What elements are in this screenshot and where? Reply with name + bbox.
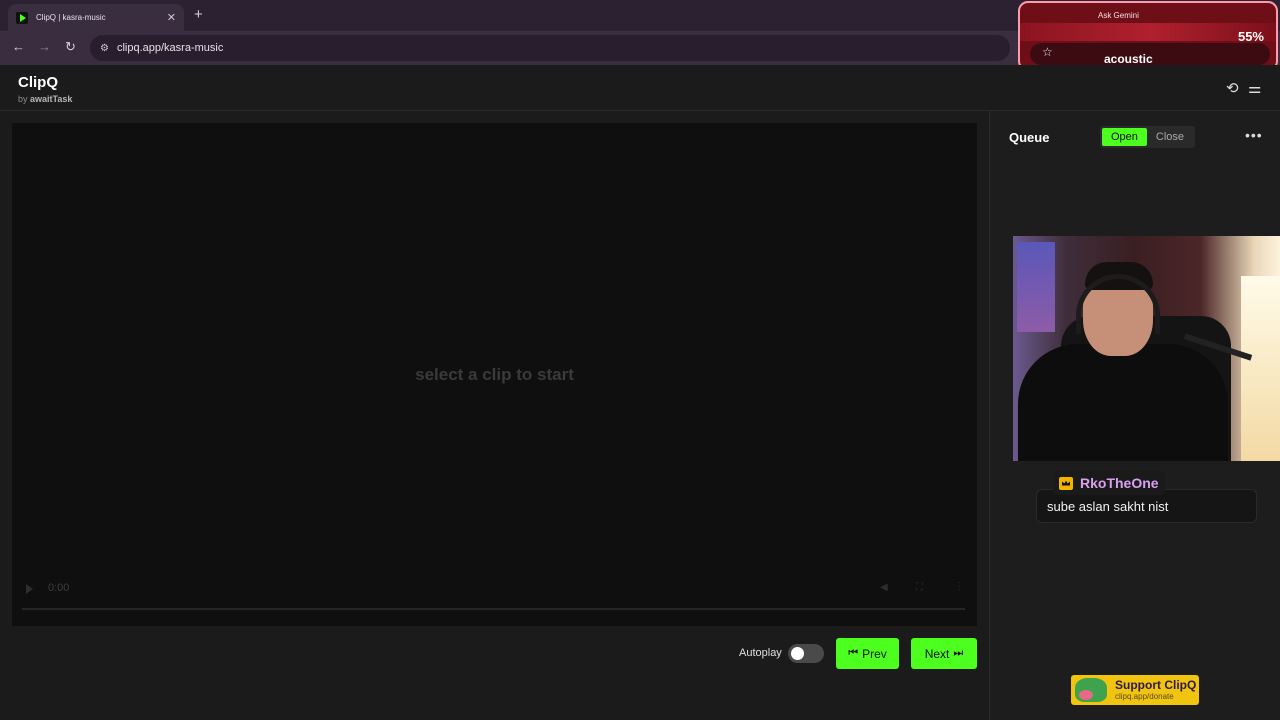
queue-close-button[interactable]: Close bbox=[1147, 128, 1193, 146]
byline-prefix: by bbox=[18, 94, 28, 104]
chat-message: sube aslan sakht nist bbox=[1047, 498, 1169, 514]
next-button[interactable]: Next ⏭ bbox=[911, 638, 977, 669]
queue-open-close-toggle: Open Close bbox=[1100, 126, 1196, 148]
queue-sidebar: Queue Open Close ••• bbox=[989, 111, 1280, 720]
volume-icon[interactable]: ◀ bbox=[880, 582, 888, 593]
support-url: clipq.app/donate bbox=[1115, 691, 1174, 701]
chat-username-box: RkoTheOne bbox=[1053, 471, 1165, 495]
support-title: Support ClipQ bbox=[1115, 677, 1197, 692]
tab-title: ClipQ | kasra-music bbox=[36, 13, 106, 22]
brand-byline: by awaitTask bbox=[18, 94, 72, 104]
skip-forward-icon: ⏭ bbox=[953, 647, 964, 659]
reload-icon[interactable]: ↻ bbox=[65, 39, 76, 55]
url-text: clipq.app/kasra-music bbox=[116, 42, 224, 54]
webcam-poster bbox=[1017, 242, 1055, 332]
player-more-icon[interactable]: ⋮ bbox=[954, 581, 964, 592]
queue-title: Queue bbox=[1009, 130, 1050, 145]
seek-bar[interactable] bbox=[22, 608, 965, 610]
autoplay-label: Autoplay bbox=[739, 647, 782, 659]
player-time: 0:00 bbox=[48, 582, 70, 594]
prev-button[interactable]: ⏮ Prev bbox=[836, 638, 899, 669]
prev-label: Prev bbox=[862, 646, 887, 661]
stream-overlay-widget: Ask Gemini 55% ☆ acoustic bbox=[1018, 1, 1278, 71]
overlay-label: acoustic bbox=[1104, 52, 1153, 66]
webcam-person-body bbox=[1018, 344, 1228, 461]
star-icon: ☆ bbox=[1042, 45, 1053, 59]
empty-player-message: select a clip to start bbox=[415, 365, 574, 384]
support-clipq-button[interactable]: Support ClipQ clipq.app/donate bbox=[1071, 675, 1199, 705]
settings-sliders-icon[interactable]: ⚌ bbox=[1248, 79, 1261, 97]
next-label: Next bbox=[924, 646, 950, 661]
play-icon[interactable] bbox=[26, 584, 33, 594]
site-info-icon[interactable]: ⚙ bbox=[100, 43, 109, 54]
support-text: Support ClipQ clipq.app/donate bbox=[1115, 677, 1197, 702]
tab-close-icon[interactable]: ✕ bbox=[167, 11, 176, 24]
byline-author: awaitTask bbox=[30, 94, 73, 104]
address-bar[interactable]: ⚙ clipq.app/kasra-music bbox=[90, 35, 1010, 61]
overlay-percent: 55% bbox=[1237, 29, 1264, 44]
fullscreen-icon[interactable]: ⛶ bbox=[916, 582, 923, 593]
back-icon[interactable]: ← bbox=[12, 39, 25, 54]
forward-icon[interactable]: → bbox=[38, 39, 51, 54]
webcam-lamp bbox=[1241, 276, 1280, 461]
queue-open-button[interactable]: Open bbox=[1102, 128, 1147, 146]
skip-back-icon: ⏮ bbox=[848, 647, 859, 659]
autoplay-toggle[interactable] bbox=[788, 644, 824, 663]
chat-username: RkoTheOne bbox=[1080, 475, 1159, 491]
webcam-feed bbox=[1013, 236, 1280, 461]
pepe-icon bbox=[1075, 678, 1107, 702]
video-player[interactable]: select a clip to start 0:00 ◀ ⛶ ⋮ bbox=[12, 123, 977, 626]
history-icon[interactable]: ⟲ bbox=[1226, 79, 1239, 97]
crown-icon bbox=[1059, 476, 1073, 490]
app-header: ClipQ by awaitTask ⟲ ⚌ bbox=[0, 65, 1280, 111]
ask-gemini-label: Ask Gemini bbox=[1098, 11, 1139, 20]
new-tab-icon[interactable]: + bbox=[194, 6, 203, 23]
more-options-icon[interactable]: ••• bbox=[1245, 127, 1263, 143]
clipq-favicon-icon bbox=[16, 11, 28, 24]
brand-title: ClipQ bbox=[18, 74, 58, 91]
browser-tab[interactable]: ClipQ | kasra-music ✕ bbox=[8, 4, 184, 31]
